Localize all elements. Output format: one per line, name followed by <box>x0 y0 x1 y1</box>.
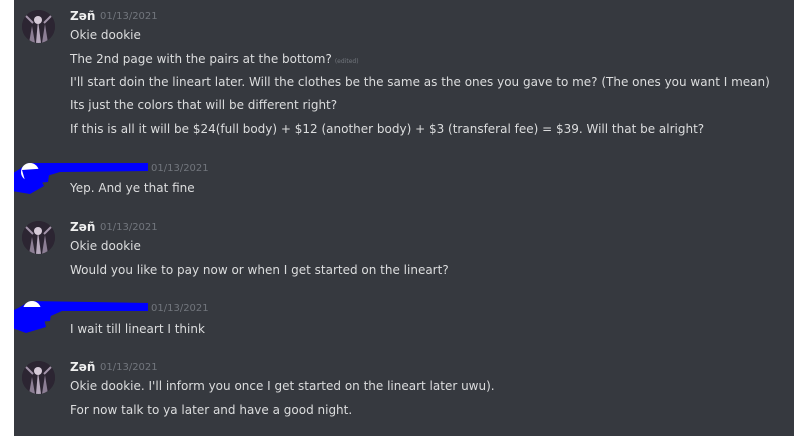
message-timestamp: 01/13/2021 <box>100 222 158 233</box>
username[interactable]: Zəñ <box>70 220 95 234</box>
username[interactable]: Zəñ <box>70 360 95 374</box>
message-text: Okie dookie. I'll inform you once I get … <box>70 379 495 393</box>
message-text: For now talk to ya later and have a good… <box>70 403 353 417</box>
message-text: If this is all it will be $24(full body)… <box>70 122 705 136</box>
message-text: Okie dookie <box>70 239 141 253</box>
edited-label: (edited) <box>334 58 359 65</box>
message-timestamp: 01/13/2021 <box>100 362 158 373</box>
message-text: Would you like to pay now or when I get … <box>70 263 449 277</box>
message-text: The 2nd page with the pairs at the botto… <box>70 52 359 66</box>
message-timestamp: 01/13/2021 <box>100 11 158 22</box>
user-avatar[interactable] <box>22 221 55 254</box>
message-text: Okie dookie <box>70 28 141 42</box>
user-avatar[interactable] <box>22 10 55 43</box>
message-text: I'll start doin the lineart later. Will … <box>70 75 770 89</box>
character-art-avatar-icon <box>22 361 55 394</box>
character-art-avatar-icon <box>22 10 55 43</box>
user-avatar[interactable] <box>22 361 55 394</box>
message-text-content: The 2nd page with the pairs at the botto… <box>70 52 332 66</box>
message-text: Yep. And ye that fine <box>70 181 195 195</box>
message-text: Its just the colors that will be differe… <box>70 98 338 112</box>
message-timestamp: 01/13/2021 <box>151 303 209 314</box>
message-timestamp: 01/13/2021 <box>151 163 209 174</box>
username[interactable]: Zəñ <box>70 9 95 23</box>
character-art-avatar-icon <box>22 221 55 254</box>
chat-log: Zəñ 01/13/2021 Okie dookie The 2nd page … <box>14 0 794 436</box>
message-text: I wait till lineart I think <box>70 322 205 336</box>
